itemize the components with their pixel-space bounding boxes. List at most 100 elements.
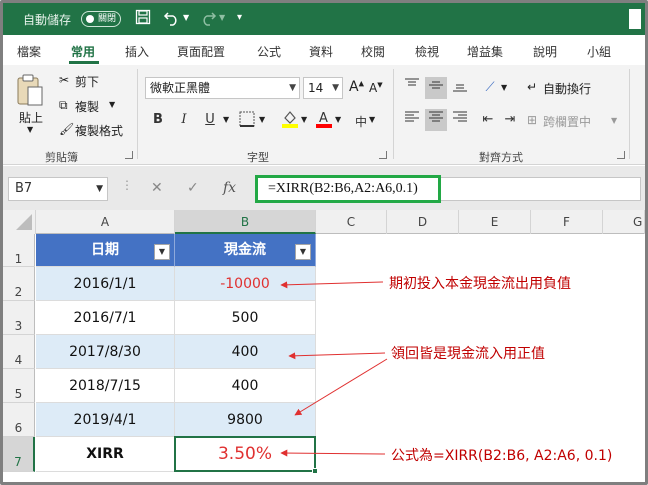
table-row[interactable]: 2017/8/30	[36, 335, 175, 369]
underline-button[interactable]: U	[199, 109, 221, 131]
column-header-c[interactable]: C	[316, 210, 387, 234]
table-header-cashflow[interactable]: 現金流 ▼	[175, 234, 316, 267]
orientation-icon[interactable]: ⟋	[479, 77, 501, 99]
filter-dropdown-icon[interactable]: ▼	[295, 244, 311, 260]
decrease-indent-icon[interactable]: ⇤	[477, 109, 499, 131]
copy-dropdown-icon[interactable]: ▼	[109, 100, 115, 109]
table-row[interactable]: -10000	[175, 267, 316, 301]
phonetic-button[interactable]: 中	[355, 113, 367, 130]
alignment-launcher-icon[interactable]	[617, 151, 625, 159]
redo-dropdown-icon[interactable]: ▼	[219, 13, 225, 22]
formula-input-area[interactable]	[441, 177, 641, 201]
table-row[interactable]: 500	[175, 301, 316, 335]
tab-home[interactable]: 常用	[71, 43, 95, 60]
phonetic-dropdown-icon[interactable]: ▼	[369, 115, 375, 124]
format-painter-button[interactable]: 複製格式	[75, 122, 123, 139]
paste-button[interactable]: 貼上	[19, 109, 43, 126]
row-header-4[interactable]: 4	[3, 335, 35, 369]
align-left-icon[interactable]	[401, 109, 423, 131]
tab-addins[interactable]: 增益集	[467, 43, 503, 60]
tab-view[interactable]: 檢視	[415, 43, 439, 60]
column-header-f[interactable]: F	[531, 210, 603, 234]
autosave-label: 自動儲存	[23, 13, 72, 27]
italic-button[interactable]: I	[173, 109, 195, 131]
font-launcher-icon[interactable]	[379, 151, 387, 159]
autosave-toggle[interactable]: 關閉	[81, 11, 121, 27]
borders-dropdown-icon[interactable]: ▼	[259, 115, 265, 124]
tab-help[interactable]: 說明	[533, 43, 557, 60]
fill-color-icon[interactable]	[281, 109, 299, 132]
insert-function-icon[interactable]: fx	[223, 180, 236, 196]
fill-handle[interactable]	[312, 468, 318, 474]
filter-dropdown-icon[interactable]: ▼	[154, 244, 170, 260]
tab-page-layout[interactable]: 頁面配置	[177, 43, 225, 60]
tab-file[interactable]: 檔案	[17, 43, 41, 60]
font-size-combo[interactable]: 14 ▼	[303, 77, 343, 99]
row-header-1[interactable]: 1	[3, 234, 35, 267]
table-row[interactable]: 2016/1/1	[36, 267, 175, 301]
align-center-icon[interactable]	[425, 109, 447, 131]
font-color-dropdown-icon[interactable]: ▼	[335, 115, 341, 124]
row-header-7[interactable]: 7	[3, 437, 35, 472]
name-box[interactable]: B7 ▼	[8, 177, 108, 201]
format-painter-icon[interactable]: 🖌	[59, 122, 74, 136]
increase-font-icon[interactable]: A▲	[349, 79, 364, 95]
cancel-icon[interactable]: ✕	[151, 180, 163, 196]
align-bottom-icon[interactable]	[449, 77, 471, 99]
save-icon[interactable]	[135, 9, 151, 28]
customize-qat-icon[interactable]: ▾	[237, 12, 242, 23]
table-header-date[interactable]: 日期 ▼	[36, 234, 175, 267]
merge-dropdown-icon[interactable]: ▼	[611, 116, 617, 125]
tab-team[interactable]: 小組	[587, 43, 611, 60]
row-header-2[interactable]: 2	[3, 267, 35, 301]
tab-insert[interactable]: 插入	[125, 43, 149, 60]
clipboard-launcher-icon[interactable]	[125, 151, 133, 159]
table-row[interactable]: 400	[175, 369, 316, 403]
increase-indent-icon[interactable]: ⇥	[499, 109, 521, 131]
font-name-combo[interactable]: 微軟正黑體 ▼	[145, 77, 300, 99]
column-header-g[interactable]: G	[603, 210, 645, 234]
font-color-icon[interactable]: A	[315, 109, 333, 132]
wrap-text-button[interactable]: 自動換行	[543, 80, 591, 97]
undo-dropdown-icon[interactable]: ▼	[183, 13, 189, 22]
row-header-5[interactable]: 5	[3, 369, 35, 403]
select-all-corner[interactable]	[3, 210, 36, 234]
table-row[interactable]: 2018/7/15	[36, 369, 175, 403]
paste-dropdown-icon[interactable]: ▼	[27, 125, 33, 134]
column-header-b[interactable]: B	[175, 210, 316, 234]
underline-dropdown-icon[interactable]: ▼	[223, 115, 229, 124]
merge-center-icon[interactable]: ⊞	[527, 113, 537, 127]
orientation-dropdown-icon[interactable]: ▼	[501, 83, 507, 92]
table-row[interactable]: 2016/7/1	[36, 301, 175, 335]
column-header-d[interactable]: D	[387, 210, 459, 234]
xirr-label-cell[interactable]: XIRR	[36, 437, 175, 472]
wrap-text-icon[interactable]: ↵	[527, 80, 537, 94]
column-header-e[interactable]: E	[459, 210, 531, 234]
paste-icon[interactable]	[15, 73, 45, 110]
enter-icon[interactable]: ✓	[187, 180, 199, 196]
tab-data[interactable]: 資料	[309, 43, 333, 60]
table-row[interactable]: 9800	[175, 403, 316, 437]
merge-center-button[interactable]: 跨欄置中	[543, 113, 591, 130]
align-right-icon[interactable]	[449, 109, 471, 131]
tab-formulas[interactable]: 公式	[257, 43, 281, 60]
column-header-a[interactable]: A	[36, 210, 175, 234]
table-row[interactable]: 400	[175, 335, 316, 369]
table-row[interactable]: 2019/4/1	[36, 403, 175, 437]
align-top-icon[interactable]	[401, 77, 423, 99]
redo-icon[interactable]	[199, 9, 217, 30]
row-header-6[interactable]: 6	[3, 403, 35, 437]
cut-button[interactable]: 剪下	[75, 73, 99, 90]
decrease-font-icon[interactable]: A▼	[369, 81, 383, 95]
fill-color-dropdown-icon[interactable]: ▼	[301, 115, 307, 124]
align-middle-icon[interactable]	[425, 77, 447, 99]
copy-icon[interactable]: ⧉	[59, 98, 68, 113]
borders-icon[interactable]	[239, 111, 255, 130]
cut-icon[interactable]: ✂	[59, 73, 69, 87]
tab-review[interactable]: 校閱	[361, 43, 385, 60]
copy-button[interactable]: 複製	[75, 98, 99, 115]
bold-button[interactable]: B	[147, 109, 169, 131]
row-header-3[interactable]: 3	[3, 301, 35, 335]
formula-input[interactable]: =XIRR(B2:B6,A2:A6,0.1)	[255, 175, 441, 203]
undo-icon[interactable]	[163, 9, 181, 30]
